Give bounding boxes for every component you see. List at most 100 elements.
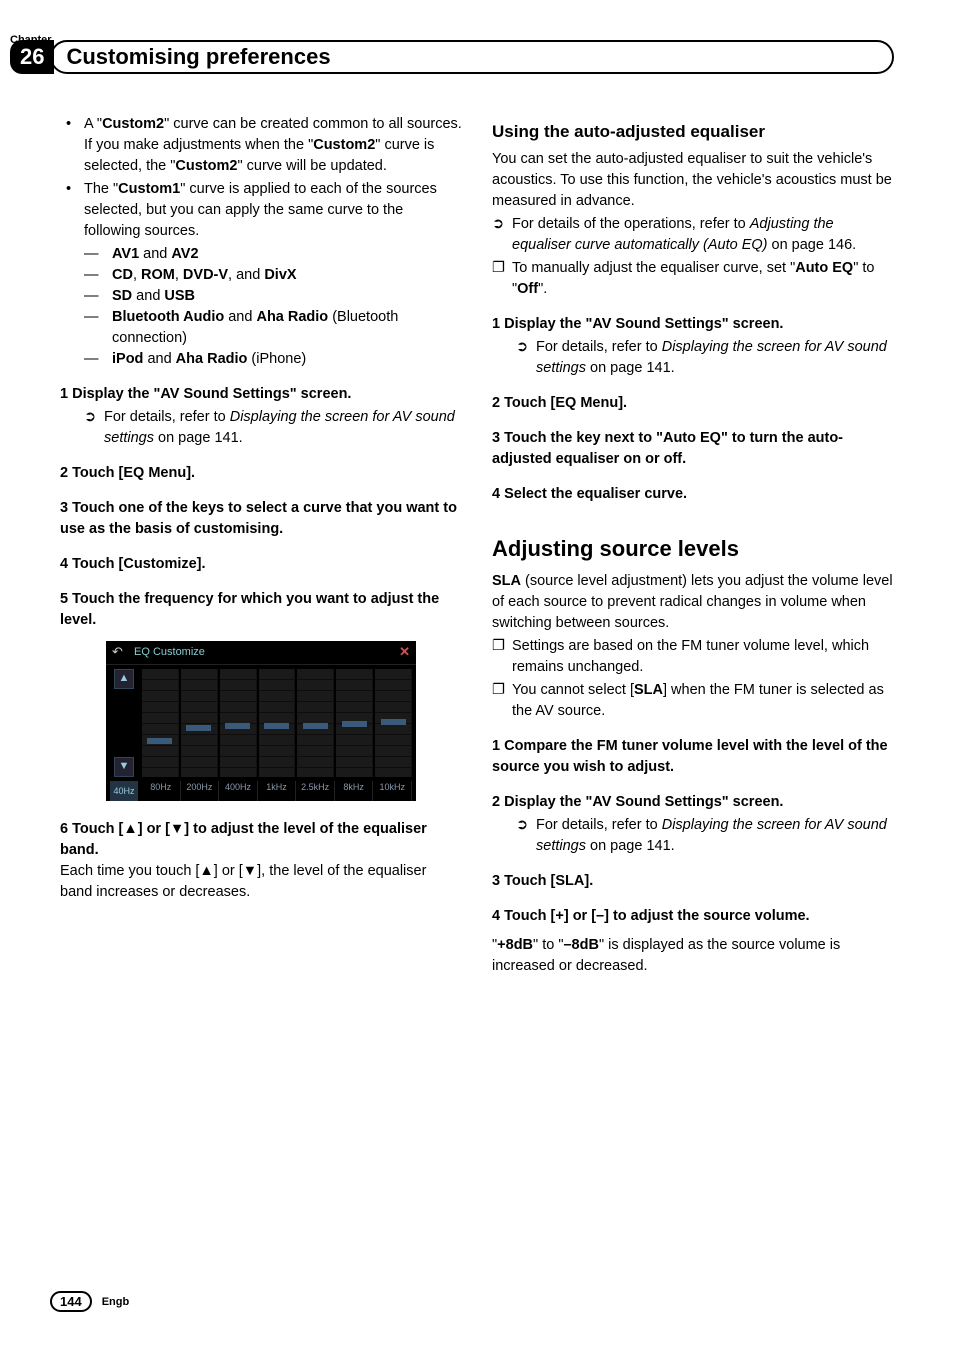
square-icon: ❐ bbox=[492, 680, 512, 722]
right-a-step1-ref: ➲ For details, refer to Displaying the s… bbox=[492, 337, 894, 379]
left-step-3: 3 Touch one of the keys to select a curv… bbox=[60, 498, 462, 540]
left-step1-ref: ➲ For details, refer to Displaying the s… bbox=[60, 407, 462, 449]
eq-label[interactable]: 8kHz bbox=[335, 781, 374, 801]
chapter-title-pill: Customising preferences bbox=[50, 40, 894, 74]
text-bold: USB bbox=[164, 288, 195, 304]
step-heading: 4 Touch [Customize]. bbox=[60, 556, 206, 572]
text-bold: CD bbox=[112, 267, 133, 283]
arrow-icon: ➲ bbox=[516, 815, 536, 857]
eq-up-button[interactable]: ▲ bbox=[114, 669, 134, 689]
step-heading: 1 Compare the FM tuner volume level with… bbox=[492, 738, 888, 775]
text: on page 141. bbox=[586, 360, 675, 376]
step-heading: 3 Touch [SLA]. bbox=[492, 873, 593, 889]
right-b-step2-ref: ➲ For details, refer to Displaying the s… bbox=[492, 815, 894, 857]
eq-label[interactable]: 10kHz bbox=[373, 781, 412, 801]
right-b-step-4: 4 Touch [+] or [–] to adjust the source … bbox=[492, 906, 894, 927]
eq-freq-labels: 80Hz 200Hz 400Hz 1kHz 2.5kHz 8kHz 10kHz bbox=[142, 781, 412, 801]
text-bold: iPod bbox=[112, 351, 143, 367]
auto-eq-ref: ➲ For details of the operations, refer t… bbox=[492, 214, 894, 256]
right-a-step-3: 3 Touch the key next to "Auto EQ" to tur… bbox=[492, 428, 894, 470]
text: and bbox=[139, 246, 171, 262]
dash-icon: — bbox=[84, 307, 112, 349]
bullet-custom1: • The "Custom1" curve is applied to each… bbox=[60, 179, 462, 242]
text: To manually adjust the equaliser curve, … bbox=[512, 260, 795, 276]
eq-back-icon[interactable]: ↶ bbox=[112, 643, 134, 662]
left-step-6-body: Each time you touch [▲] or [▼], the leve… bbox=[60, 861, 462, 903]
text-bold: Aha Radio bbox=[256, 309, 328, 325]
chapter-title: Customising preferences bbox=[66, 44, 330, 70]
left-step-6: 6 Touch [▲] or [▼] to adjust the level o… bbox=[60, 819, 462, 861]
eq-close-icon[interactable]: ✕ bbox=[394, 643, 410, 662]
text-bold: SLA bbox=[634, 682, 663, 698]
step-heading: 3 Touch one of the keys to select a curv… bbox=[60, 500, 457, 537]
right-column: Using the auto-adjusted equaliser You ca… bbox=[492, 114, 894, 977]
page-number: 144 bbox=[50, 1291, 92, 1312]
text-bold: Bluetooth Audio bbox=[112, 309, 224, 325]
right-a-step-2: 2 Touch [EQ Menu]. bbox=[492, 393, 894, 414]
auto-eq-note: ❐ To manually adjust the equaliser curve… bbox=[492, 258, 894, 300]
right-a-step-4: 4 Select the equaliser curve. bbox=[492, 484, 894, 505]
text-bold: Off bbox=[517, 281, 538, 297]
bullet-custom2: • A "Custom2" curve can be created commo… bbox=[60, 114, 462, 177]
eq-label[interactable]: 400Hz bbox=[219, 781, 258, 801]
text-bold: SLA bbox=[492, 573, 521, 589]
text-bold: DivX bbox=[264, 267, 296, 283]
eq-label[interactable]: 1kHz bbox=[258, 781, 297, 801]
text-bold: Aha Radio bbox=[176, 351, 248, 367]
bullet-icon: • bbox=[60, 179, 84, 242]
auto-eq-intro: You can set the auto-adjusted equaliser … bbox=[492, 149, 894, 212]
dash-icon: — bbox=[84, 265, 112, 286]
arrow-icon: ➲ bbox=[84, 407, 104, 449]
arrow-icon: ➲ bbox=[516, 337, 536, 379]
sub-bt: — Bluetooth Audio and Aha Radio (Bluetoo… bbox=[60, 307, 462, 349]
text-bold: Auto EQ bbox=[795, 260, 853, 276]
eq-label[interactable]: 2.5kHz bbox=[296, 781, 335, 801]
eq-label[interactable]: 200Hz bbox=[181, 781, 220, 801]
eq-selected-freq[interactable]: 40Hz bbox=[110, 781, 138, 801]
step-heading: 2 Touch [EQ Menu]. bbox=[492, 395, 627, 411]
step-heading: 5 Touch the frequency for which you want… bbox=[60, 591, 439, 628]
text: and bbox=[132, 288, 164, 304]
step-heading: 1 Display the "AV Sound Settings" screen… bbox=[492, 316, 783, 332]
chapter-label: Chapter bbox=[10, 34, 52, 46]
sla-intro: SLA (source level adjustment) lets you a… bbox=[492, 571, 894, 634]
text-bold: +8dB bbox=[497, 937, 533, 953]
step-heading: 2 Display the "AV Sound Settings" screen… bbox=[492, 794, 783, 810]
right-b-step-2: 2 Display the "AV Sound Settings" screen… bbox=[492, 792, 894, 813]
arrow-icon: ➲ bbox=[492, 214, 512, 256]
text: " to " bbox=[533, 937, 563, 953]
left-step-5: 5 Touch the frequency for which you want… bbox=[60, 589, 462, 631]
eq-customize-screenshot: ↶ EQ Customize ✕ ▲ ▼ 40Hz 80Hz 200Hz bbox=[106, 641, 416, 801]
step-heading: 4 Touch [+] or [–] to adjust the source … bbox=[492, 908, 810, 924]
text: (iPhone) bbox=[247, 351, 306, 367]
right-b-step-3: 3 Touch [SLA]. bbox=[492, 871, 894, 892]
text: (source level adjustment) lets you adjus… bbox=[492, 573, 893, 631]
eq-label[interactable]: 80Hz bbox=[142, 781, 181, 801]
step-heading: 2 Touch [EQ Menu]. bbox=[60, 465, 195, 481]
text: The " bbox=[84, 181, 118, 197]
text-bold: –8dB bbox=[563, 937, 598, 953]
bullet-icon: • bbox=[60, 114, 84, 177]
text: Settings are based on the FM tuner volum… bbox=[512, 636, 894, 678]
text: on page 146. bbox=[767, 237, 856, 253]
text: and bbox=[143, 351, 175, 367]
text: A " bbox=[84, 116, 102, 132]
step-heading: 3 Touch the key next to "Auto EQ" to tur… bbox=[492, 430, 843, 467]
text-bold: Custom2 bbox=[313, 137, 375, 153]
text-bold: SD bbox=[112, 288, 132, 304]
heading-auto-eq: Using the auto-adjusted equaliser bbox=[492, 120, 894, 145]
left-step-2: 2 Touch [EQ Menu]. bbox=[60, 463, 462, 484]
text: , bbox=[133, 267, 141, 283]
heading-source-levels: Adjusting source levels bbox=[492, 533, 894, 565]
dash-icon: — bbox=[84, 349, 112, 370]
left-column: • A "Custom2" curve can be created commo… bbox=[60, 114, 462, 977]
text: , bbox=[175, 267, 183, 283]
sla-note-2: ❐ You cannot select [SLA] when the FM tu… bbox=[492, 680, 894, 722]
eq-down-button[interactable]: ▼ bbox=[114, 757, 134, 777]
step-heading: 1 Display the "AV Sound Settings" screen… bbox=[60, 386, 351, 402]
sub-ipod: — iPod and Aha Radio (iPhone) bbox=[60, 349, 462, 370]
square-icon: ❐ bbox=[492, 636, 512, 678]
text: You cannot select [ bbox=[512, 682, 634, 698]
sla-range-text: "+8dB" to "–8dB" is displayed as the sou… bbox=[492, 935, 894, 977]
right-a-step-1: 1 Display the "AV Sound Settings" screen… bbox=[492, 314, 894, 335]
